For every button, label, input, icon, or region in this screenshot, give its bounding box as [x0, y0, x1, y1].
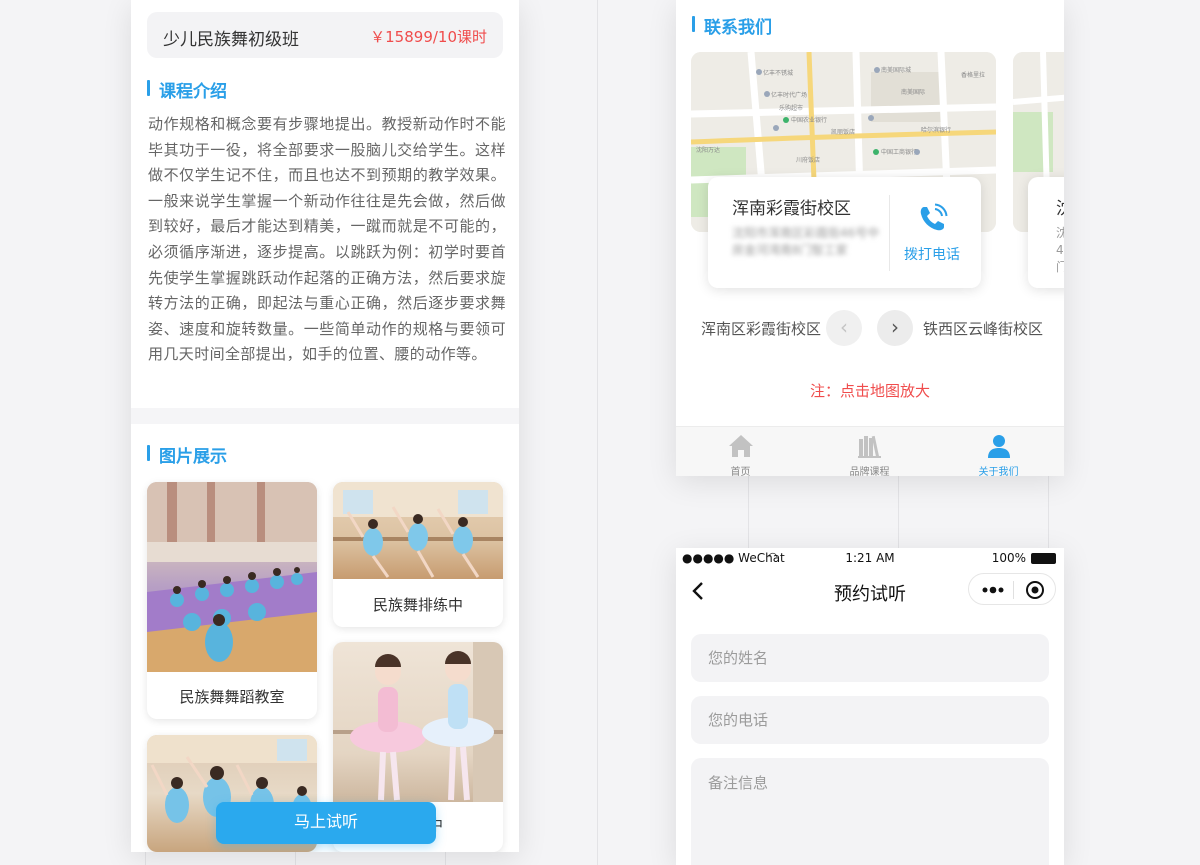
chevron-left-icon: ‹: [840, 315, 848, 339]
campus-address: 沈阳市浑南区彩霞街46号中房金河湾南8门智工家: [732, 226, 880, 257]
bg-line: [1048, 476, 1049, 548]
bg-line: [898, 476, 899, 548]
phone-input[interactable]: [691, 696, 1049, 744]
bg-line: [597, 0, 598, 865]
classroom-photo: [147, 482, 317, 672]
intro-text: 动作规格和概念要有步骤地提出。教授新动作时不能毕其功于一役，将全部要求一股脑儿交…: [148, 115, 506, 364]
bg-line: [295, 852, 296, 865]
svg-text:亿丰时代广场: 亿丰时代广场: [771, 91, 807, 99]
gallery-caption: 民族舞排练中: [372, 596, 463, 614]
course-intro-section: 少儿民族舞初级班 ￥15899/10课时 课程介绍 动作规格和概念要有步骤地提出…: [131, 0, 519, 408]
booking-screen: ●●●●● WeChat ◠ 1:21 AM 100% 预约试听: [676, 548, 1064, 865]
phone-call-icon[interactable]: [916, 203, 948, 235]
battery-icon: [1031, 553, 1056, 564]
status-bar: ●●●●● WeChat ◠ 1:21 AM 100%: [676, 548, 1064, 568]
user-icon: [988, 435, 1010, 458]
name-input[interactable]: [691, 634, 1049, 682]
home-icon: [729, 435, 753, 457]
bg-line: [445, 852, 446, 865]
chevron-right-icon: ›: [891, 315, 899, 339]
intro-heading: 课程介绍: [147, 77, 227, 102]
close-miniprogram-button[interactable]: [1024, 579, 1046, 601]
svg-text:中国农业银行: 中国农业银行: [791, 116, 827, 124]
books-icon: [858, 435, 881, 458]
campus-address-peek: 沈4门: [1056, 226, 1064, 274]
svg-text:沈阳万达: 沈阳万达: [696, 146, 720, 154]
divider: [889, 195, 890, 271]
gallery-section: 图片展示 民族舞舞蹈教室 民族舞排练中: [131, 424, 519, 852]
remark-textarea[interactable]: [691, 758, 1049, 865]
campus-switcher: 浑南区彩霞街校区 ‹ › 铁西区云峰街校区: [676, 310, 1064, 346]
nav-bar: 预约试听: [676, 570, 1064, 614]
course-info-bar[interactable]: 少儿民族舞初级班 ￥15899/10课时: [147, 12, 503, 58]
tab-brand-courses[interactable]: 品牌课程: [805, 427, 934, 476]
svg-text:中国工商银行: 中国工商银行: [881, 148, 917, 156]
bg-line: [748, 476, 749, 548]
next-campus-button[interactable]: ›: [877, 310, 913, 346]
gallery-card-classroom[interactable]: 民族舞舞蹈教室: [147, 482, 317, 719]
tab-label: 品牌课程: [849, 467, 890, 476]
book-trial-button[interactable]: 马上试听: [216, 802, 436, 844]
course-name: 少儿民族舞初级班: [163, 30, 299, 50]
tab-label: 首页: [730, 467, 751, 476]
bg-line: [145, 852, 146, 865]
svg-text:南美国际城: 南美国际城: [881, 66, 911, 74]
miniprogram-capsule: [968, 573, 1056, 605]
gallery-card-rehearsal[interactable]: 民族舞排练中: [333, 482, 503, 627]
prev-campus-button[interactable]: ‹: [826, 310, 862, 346]
call-button-label[interactable]: 拨打电话: [904, 244, 960, 264]
battery-percent: 100%: [991, 551, 1026, 565]
campus-card-next[interactable]: 沈 沈4门: [1028, 177, 1064, 288]
svg-text:亿丰不锈城: 亿丰不锈城: [763, 69, 793, 77]
more-button[interactable]: [979, 580, 1007, 600]
tab-bar: 首页 品牌课程 关于我们: [676, 426, 1064, 476]
rehearsal-photo: [333, 482, 503, 579]
gallery-caption: 民族舞舞蹈教室: [179, 688, 285, 706]
campus-card[interactable]: 浑南彩霞街校区 沈阳市浑南区彩霞街46号中房金河湾南8门智工家 拨打电话: [708, 177, 981, 288]
svg-text:香格里拉: 香格里拉: [961, 71, 985, 79]
next-campus-label[interactable]: 铁西区云峰街校区: [923, 318, 1043, 339]
tab-about-us[interactable]: 关于我们: [934, 427, 1063, 476]
svg-text:哈尔滨银行: 哈尔滨银行: [921, 126, 951, 134]
prev-campus-label[interactable]: 浑南区彩霞街校区: [701, 318, 821, 339]
svg-text:凯丽饭店: 凯丽饭店: [831, 128, 855, 136]
contact-heading: 联系我们: [692, 13, 772, 38]
campus-name: 浑南彩霞街校区: [732, 199, 851, 219]
contact-screen: 联系我们 亿丰不锈城 南美国际城 香格里拉 亿丰时代广场 南美国际 乐购超市 中…: [676, 0, 1064, 476]
more-dots-icon: [982, 586, 1004, 594]
map-hint: 注：点击地图放大: [809, 382, 930, 400]
ballet-photo: [333, 642, 503, 802]
course-detail-screen: 少儿民族舞初级班 ￥15899/10课时 课程介绍 动作规格和概念要有步骤地提出…: [131, 0, 519, 852]
course-price: ￥15899/10课时: [370, 28, 487, 46]
campus-name-peek: 沈: [1056, 194, 1064, 219]
svg-text:川府饭店: 川府饭店: [796, 156, 820, 164]
tab-home[interactable]: 首页: [676, 427, 805, 476]
target-close-icon: [1026, 581, 1044, 599]
capsule-divider: [1013, 581, 1014, 599]
tab-label: 关于我们: [978, 467, 1019, 476]
svg-text:南美国际: 南美国际: [901, 88, 925, 96]
svg-text:乐购超市: 乐购超市: [779, 104, 803, 112]
gallery-heading: 图片展示: [147, 442, 227, 467]
